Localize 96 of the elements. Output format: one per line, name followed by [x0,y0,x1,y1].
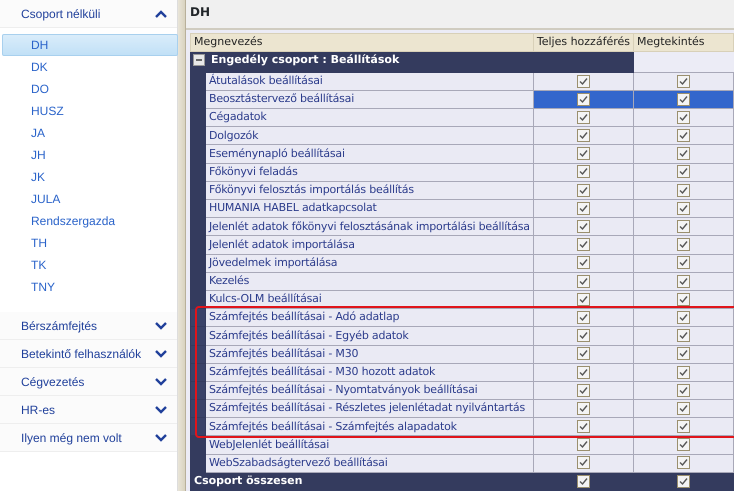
checkbox[interactable] [576,474,590,488]
sidebar-item[interactable]: DO [2,78,178,100]
checkbox[interactable] [576,202,590,215]
checkbox[interactable] [677,202,690,215]
sidebar-item[interactable]: TNY [2,276,178,298]
column-header[interactable]: Teljes hozzáférés [533,33,634,52]
checkbox[interactable] [576,366,590,379]
checkbox[interactable] [677,165,690,178]
chevron-down-icon[interactable] [155,406,167,414]
table-cell: Számfejtés beállításai - Részletes jelenlétadat nyilvántartás [206,400,534,418]
table-cell: Számfejtés beállításai - Nyomtatványok beállításai [206,381,534,400]
table-cell: Főkönyvi felosztás importálás beállítás [206,181,534,200]
checkbox[interactable] [576,420,590,434]
section-header[interactable]: Bérszámfejtés [0,312,177,340]
chevron-down-icon[interactable] [155,378,167,386]
table-cell: Jelenlét adatok főkönyvi felosztásának importálási beállítása [206,218,534,236]
section-header[interactable]: HR-es [0,396,177,424]
checkbox[interactable] [677,292,690,306]
table-cell: HUMANIA HABEL adatkapcsolat [206,200,534,218]
sidebar-item[interactable]: JH [2,144,178,166]
checkbox[interactable] [677,420,690,434]
checkbox[interactable] [576,384,590,397]
checkbox[interactable] [576,238,590,252]
total-label: Csoport összesen [190,472,534,490]
checkbox[interactable] [677,456,690,470]
table-cell: Dolgozók [206,126,534,145]
group-header: Engedély csoport : Beállítások [211,52,400,68]
checkbox[interactable] [576,256,590,270]
checkbox[interactable] [576,274,590,288]
table-cell: Számfejtés beállításai - Egyéb adatok [206,326,534,345]
checkbox[interactable] [576,165,590,178]
column-header[interactable]: Megnevezés [190,33,534,52]
checkbox[interactable] [677,402,690,415]
checkbox[interactable] [576,329,590,342]
checkbox[interactable] [677,184,690,197]
checkbox[interactable] [576,310,590,324]
chevron-up-icon[interactable] [155,10,167,18]
section-header[interactable]: Csoport nélküli [0,0,177,28]
checkbox[interactable] [576,347,590,360]
checkbox[interactable] [677,74,690,88]
sidebar-item[interactable]: TH [2,232,178,254]
checkbox[interactable] [576,456,590,470]
checkbox[interactable] [677,310,690,324]
checkbox[interactable] [677,92,690,106]
table-cell: Számfejtés beállításai - Adó adatlap [206,308,534,327]
checkbox[interactable] [677,438,690,452]
chevron-down-icon[interactable] [155,434,167,442]
panel-title: DH [190,5,210,19]
checkbox[interactable] [576,92,590,106]
checkbox[interactable] [576,147,590,160]
checkbox[interactable] [677,474,690,488]
checkbox[interactable] [677,384,690,397]
checkbox[interactable] [677,110,690,124]
checkbox[interactable] [677,329,690,342]
sidebar-item[interactable]: JK [2,166,178,188]
checkbox[interactable] [576,220,590,234]
checkbox[interactable] [576,438,590,452]
checkbox[interactable] [576,129,590,142]
table-cell: Beosztástervező beállításai [206,90,534,109]
checkbox[interactable] [677,129,690,142]
section-header[interactable]: Cégvezetés [0,368,177,396]
table-cell: Átutalások beállításai [206,72,534,90]
sidebar-item[interactable]: DK [2,56,178,78]
checkbox[interactable] [677,256,690,270]
sidebar-item[interactable]: JULA [2,188,178,210]
sidebar-item[interactable]: DH [2,34,178,56]
checkbox[interactable] [677,220,690,234]
sidebar-item[interactable]: Rendszergazda [2,210,178,232]
section-header[interactable]: Ilyen még nem volt [0,424,177,452]
table-cell: Főkönyvi feladás [206,163,534,182]
sidebar-item[interactable]: JA [2,122,178,144]
checkbox[interactable] [576,292,590,306]
checkbox[interactable] [677,366,690,379]
section-header[interactable]: Betekintő felhasználók [0,340,177,368]
table-cell: WebSzabadságtervező beállításai [206,454,534,472]
checkbox[interactable] [576,184,590,197]
table-cell: Jelenlét adatok importálása [206,236,534,254]
column-header[interactable]: Megtekintés [634,33,734,52]
table-cell: Számfejtés beállításai - M30 [206,345,534,364]
chevron-down-icon[interactable] [155,322,167,330]
checkbox[interactable] [677,274,690,288]
table-cell: Eseménynapló beállításai [206,144,534,164]
checkbox[interactable] [576,110,590,124]
table-cell: Számfejtés beállításai - M30 hozott adatok [206,363,534,382]
sidebar-item[interactable]: TK [2,254,178,276]
table-cell: Jövedelmek importálása [206,254,534,272]
checkbox[interactable] [576,74,590,88]
checkbox[interactable] [576,402,590,415]
checkbox[interactable] [677,238,690,252]
checkbox[interactable] [677,347,690,360]
table-cell: Cégadatok [206,108,534,127]
table-cell: Kezelés [206,272,534,290]
collapse-icon[interactable] [193,54,205,66]
checkbox[interactable] [677,147,690,160]
sidebar-item[interactable]: HUSZ [2,100,178,122]
chevron-down-icon[interactable] [155,350,167,358]
